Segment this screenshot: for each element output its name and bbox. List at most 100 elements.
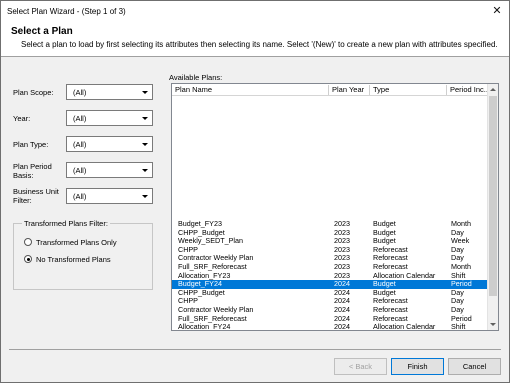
plan-type-cell: Reforecast (373, 314, 408, 323)
available-plans-list[interactable]: Plan Name Plan Year Type Period Inc... B… (171, 83, 499, 331)
business-unit-filter-value: (All) (73, 192, 87, 201)
scroll-thumb[interactable] (489, 96, 497, 296)
select-plan-wizard-window: Select Plan Wizard - (Step 1 of 3) ✕ Sel… (0, 0, 510, 383)
column-header-plan-name[interactable]: Plan Name (172, 85, 329, 95)
plan-scope-label: Plan Scope: (13, 88, 54, 97)
year-value: (All) (73, 114, 87, 123)
no-transformed-label[interactable]: No Transformed Plans (36, 255, 111, 264)
plan-type-cell: Allocation Calendar (373, 323, 436, 331)
cancel-button[interactable]: Cancel (448, 358, 501, 375)
plan-year-cell: 2023 (334, 271, 350, 280)
chevron-down-icon[interactable] (139, 190, 151, 202)
plan-name-cell: Contractor Weekly Plan (178, 305, 254, 314)
transformed-plans-filter-group: Transformed Plans Filter: Transformed Pl… (13, 219, 153, 290)
plan-period-basis-label: Plan Period Basis: (13, 162, 52, 180)
plan-year-cell: 2024 (334, 305, 350, 314)
plan-type-label: Plan Type: (13, 140, 49, 149)
title-bar: Select Plan Wizard - (Step 1 of 3) ✕ (1, 1, 509, 23)
chevron-down-icon[interactable] (139, 164, 151, 176)
plan-year-cell: 2023 (334, 254, 350, 263)
period-inc-cell: Day (451, 305, 464, 314)
page-title: Select a Plan (11, 26, 73, 37)
period-inc-cell: Period (451, 280, 472, 289)
plan-type-dropdown[interactable]: (All) (66, 136, 153, 152)
plan-type-cell: Budget (373, 220, 396, 228)
plan-scope-dropdown[interactable]: (All) (66, 84, 153, 100)
period-inc-cell: Day (451, 245, 464, 254)
period-inc-cell: Day (451, 297, 464, 306)
plan-name-cell: Budget_FY24 (178, 280, 222, 289)
plan-name-cell: CHPP_Budget (178, 288, 225, 297)
table-row[interactable]: CHPP_Budget 2023 Budget Day (172, 229, 488, 238)
transformed-only-label[interactable]: Transformed Plans Only (36, 238, 117, 247)
footer-divider (9, 349, 501, 350)
table-row[interactable]: Allocation_FY24 2024 Allocation Calendar Sh… (172, 323, 488, 331)
scroll-up-icon[interactable] (488, 84, 498, 95)
plan-name-cell: Allocation_FY24 (178, 323, 231, 331)
period-inc-cell: Day (451, 288, 464, 297)
plan-year-cell: 2024 (334, 314, 350, 323)
chevron-down-icon[interactable] (139, 86, 151, 98)
plan-type-cell: Budget (373, 288, 396, 297)
no-transformed-radio[interactable] (24, 255, 32, 263)
plan-name-cell: Budget_FY23 (178, 220, 222, 228)
table-row[interactable]: Contractor Weekly Plan 2023 Reforecast Day (172, 254, 488, 263)
window-title: Select Plan Wizard - (Step 1 of 3) (7, 7, 126, 16)
plan-period-basis-value: (All) (73, 166, 87, 175)
year-label: Year: (13, 114, 31, 123)
period-inc-cell: Period (451, 314, 472, 323)
table-row[interactable]: Contractor Weekly Plan 2024 Reforecast Day (172, 306, 488, 315)
transformed-only-radio[interactable] (24, 238, 32, 246)
period-inc-cell: Month (451, 220, 471, 228)
table-row[interactable]: Full_SRF_Reforecast 2023 Reforecast Month (172, 263, 488, 272)
column-header-plan-year[interactable]: Plan Year (329, 85, 370, 95)
chevron-down-icon[interactable] (139, 112, 151, 124)
plan-year-cell: 2024 (334, 323, 350, 331)
wizard-header: Select a Plan Select a plan to load by f… (1, 23, 509, 57)
plan-type-cell: Reforecast (373, 245, 408, 254)
plan-name-cell: CHPP (178, 297, 198, 306)
close-icon[interactable]: ✕ (489, 3, 505, 19)
plan-type-cell: Reforecast (373, 305, 408, 314)
period-inc-cell: Day (451, 254, 464, 263)
table-row[interactable]: Allocation_FY23 2023 Allocation Calendar Sh… (172, 272, 488, 281)
plan-type-cell: Reforecast (373, 297, 408, 306)
column-header-type[interactable]: Type (370, 85, 447, 95)
table-row[interactable]: Budget_FY24 2024 Budget Period (172, 280, 488, 289)
plan-year-cell: 2024 (334, 288, 350, 297)
table-row[interactable]: CHPP 2023 Reforecast Day (172, 246, 488, 255)
plan-rows: Budget_FY23 2023 Budget Month CHPP_Budget 202… (172, 220, 488, 331)
table-row[interactable]: CHPP 2024 Reforecast Day (172, 297, 488, 306)
plan-year-cell: 2023 (334, 262, 350, 271)
plan-name-cell: Full_SRF_Reforecast (178, 314, 247, 323)
plan-name-cell: CHPP (178, 245, 198, 254)
transformed-plans-filter-legend: Transformed Plans Filter: (22, 219, 110, 228)
plan-name-cell: Contractor Weekly Plan (178, 254, 254, 263)
back-button[interactable]: < Back (334, 358, 387, 375)
period-inc-cell: Day (451, 228, 464, 237)
table-row[interactable]: Weekly_SEDT_Plan 2023 Budget Week (172, 237, 488, 246)
plan-year-cell: 2023 (334, 228, 350, 237)
list-header: Plan Name Plan Year Type Period Inc... (172, 84, 488, 96)
table-row[interactable]: Full_SRF_Reforecast 2024 Reforecast Period (172, 315, 488, 324)
finish-button[interactable]: Finish (391, 358, 444, 375)
plan-type-cell: Reforecast (373, 254, 408, 263)
table-row[interactable]: Budget_FY23 2023 Budget Month (172, 220, 488, 229)
plan-period-basis-dropdown[interactable]: (All) (66, 162, 153, 178)
plan-type-cell: Budget (373, 228, 396, 237)
column-header-period-inc[interactable]: Period Inc... (447, 85, 488, 95)
plan-name-cell: Allocation_FY23 (178, 271, 231, 280)
plan-year-cell: 2023 (334, 220, 350, 228)
scroll-down-icon[interactable] (488, 319, 498, 330)
business-unit-filter-dropdown[interactable]: (All) (66, 188, 153, 204)
plan-year-cell: 2023 (334, 245, 350, 254)
period-inc-cell: Month (451, 262, 471, 271)
chevron-down-icon[interactable] (139, 138, 151, 150)
table-row[interactable]: CHPP_Budget 2024 Budget Day (172, 289, 488, 298)
vertical-scrollbar[interactable] (487, 84, 498, 330)
period-inc-cell: Shift (451, 323, 466, 331)
plan-name-cell: CHPP_Budget (178, 228, 225, 237)
year-dropdown[interactable]: (All) (66, 110, 153, 126)
plan-type-cell: Budget (373, 237, 396, 246)
period-inc-cell: Shift (451, 271, 466, 280)
